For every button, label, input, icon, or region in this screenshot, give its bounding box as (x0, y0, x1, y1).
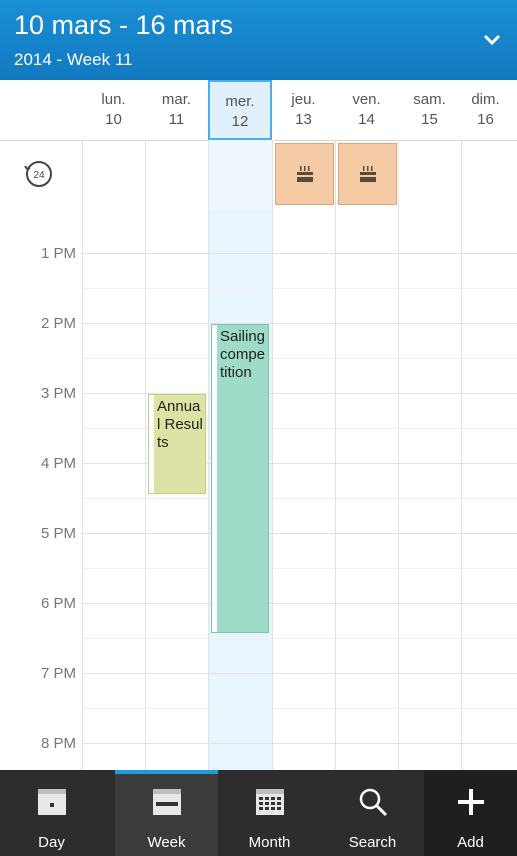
day-name: sam. (413, 91, 446, 108)
birthday-allday-event[interactable] (275, 143, 334, 205)
tab-label: Add (457, 834, 484, 851)
tab-month[interactable]: Month (218, 770, 321, 856)
column-divider (398, 140, 399, 770)
hour-label: 3 PM (40, 385, 76, 402)
day-name: lun. (101, 91, 126, 108)
day-date: 16 (477, 111, 494, 128)
tab-day[interactable]: Day (0, 770, 103, 856)
day-name: dim. (471, 91, 500, 108)
column-divider (208, 140, 209, 770)
selected-tab-indicator (115, 770, 218, 774)
day-column-header[interactable]: lun. 10 (82, 80, 145, 140)
day-date: 13 (295, 111, 312, 128)
today-column-allday (209, 140, 272, 210)
cake-icon (297, 166, 313, 182)
day-date: 15 (421, 111, 438, 128)
birthday-allday-event[interactable] (338, 143, 397, 205)
event-color-bar (212, 325, 217, 632)
half-hour-line (82, 708, 517, 709)
day-header-row: lun. 10 mar. 11 mer. 12 jeu. 13 ven. 14 … (0, 80, 517, 140)
week-subtitle: 2014 - Week 11 (14, 50, 133, 69)
hour-line (82, 673, 517, 674)
tab-label: Week (147, 834, 186, 851)
day-column-header[interactable]: jeu. 13 (272, 80, 335, 140)
bottom-action-bar: Day Week Month Search Add (0, 770, 517, 856)
day-date: 14 (358, 111, 375, 128)
hour-label: 6 PM (40, 595, 76, 612)
event-color-bar (149, 395, 154, 493)
tab-label: Day (38, 834, 65, 851)
hour-line (82, 533, 517, 534)
add-button[interactable]: Add (424, 770, 517, 856)
tab-label: Month (248, 834, 291, 851)
day-column-header[interactable]: ven. 14 (335, 80, 398, 140)
day-name: ven. (352, 91, 381, 108)
week-range-title: 10 mars - 16 mars (14, 10, 234, 40)
tab-label: Search (348, 834, 397, 851)
search-icon (359, 788, 387, 817)
day-date: 11 (168, 111, 185, 128)
event-title: Annual Results (157, 398, 203, 451)
half-hour-line (82, 568, 517, 569)
chevron-down-icon[interactable] (479, 26, 505, 52)
day-view-icon (37, 789, 66, 815)
day-column-header[interactable]: dim. 16 (454, 80, 517, 140)
column-divider (335, 140, 336, 770)
month-view-icon (255, 789, 284, 815)
column-divider (461, 140, 462, 770)
tab-search[interactable]: Search (321, 770, 424, 856)
week-view-icon (152, 789, 181, 815)
tab-week[interactable]: Week (115, 770, 218, 856)
hour-label: 4 PM (40, 455, 76, 472)
day-date: 10 (105, 111, 122, 128)
plus-icon (457, 789, 484, 815)
day-column-header[interactable]: mar. 11 (145, 80, 208, 140)
cake-icon (360, 166, 376, 182)
half-hour-line (82, 638, 517, 639)
hour-label: 8 PM (40, 735, 76, 752)
svg-text:24: 24 (33, 170, 45, 181)
calendar-header[interactable]: 10 mars - 16 mars 2014 - Week 11 (0, 0, 517, 80)
hour-line (82, 603, 517, 604)
hour-label: 1 PM (40, 245, 76, 262)
day-name: mar. (161, 91, 192, 108)
hour-line (82, 743, 517, 744)
event-annual-results[interactable]: Annual Results (148, 394, 206, 494)
hour-line (82, 323, 517, 324)
day-name: jeu. (291, 91, 316, 108)
24-hour-icon[interactable]: 24 (22, 157, 56, 191)
half-hour-line (82, 358, 517, 359)
day-name: mer. (225, 93, 255, 110)
column-divider (82, 140, 83, 770)
half-hour-line (82, 288, 517, 289)
column-divider (145, 140, 146, 770)
event-title: Sailing competition (220, 328, 266, 381)
hour-label: 5 PM (40, 525, 76, 542)
half-hour-line (82, 498, 517, 499)
hour-label: 2 PM (40, 315, 76, 332)
day-date: 12 (231, 113, 249, 130)
hour-line (82, 253, 517, 254)
column-divider (272, 140, 273, 770)
event-sailing-competition[interactable]: Sailing competition (211, 324, 269, 633)
day-column-header-today[interactable]: mer. 12 (208, 80, 272, 140)
day-column-header[interactable]: sam. 15 (398, 80, 461, 140)
hour-label: 7 PM (40, 665, 76, 682)
